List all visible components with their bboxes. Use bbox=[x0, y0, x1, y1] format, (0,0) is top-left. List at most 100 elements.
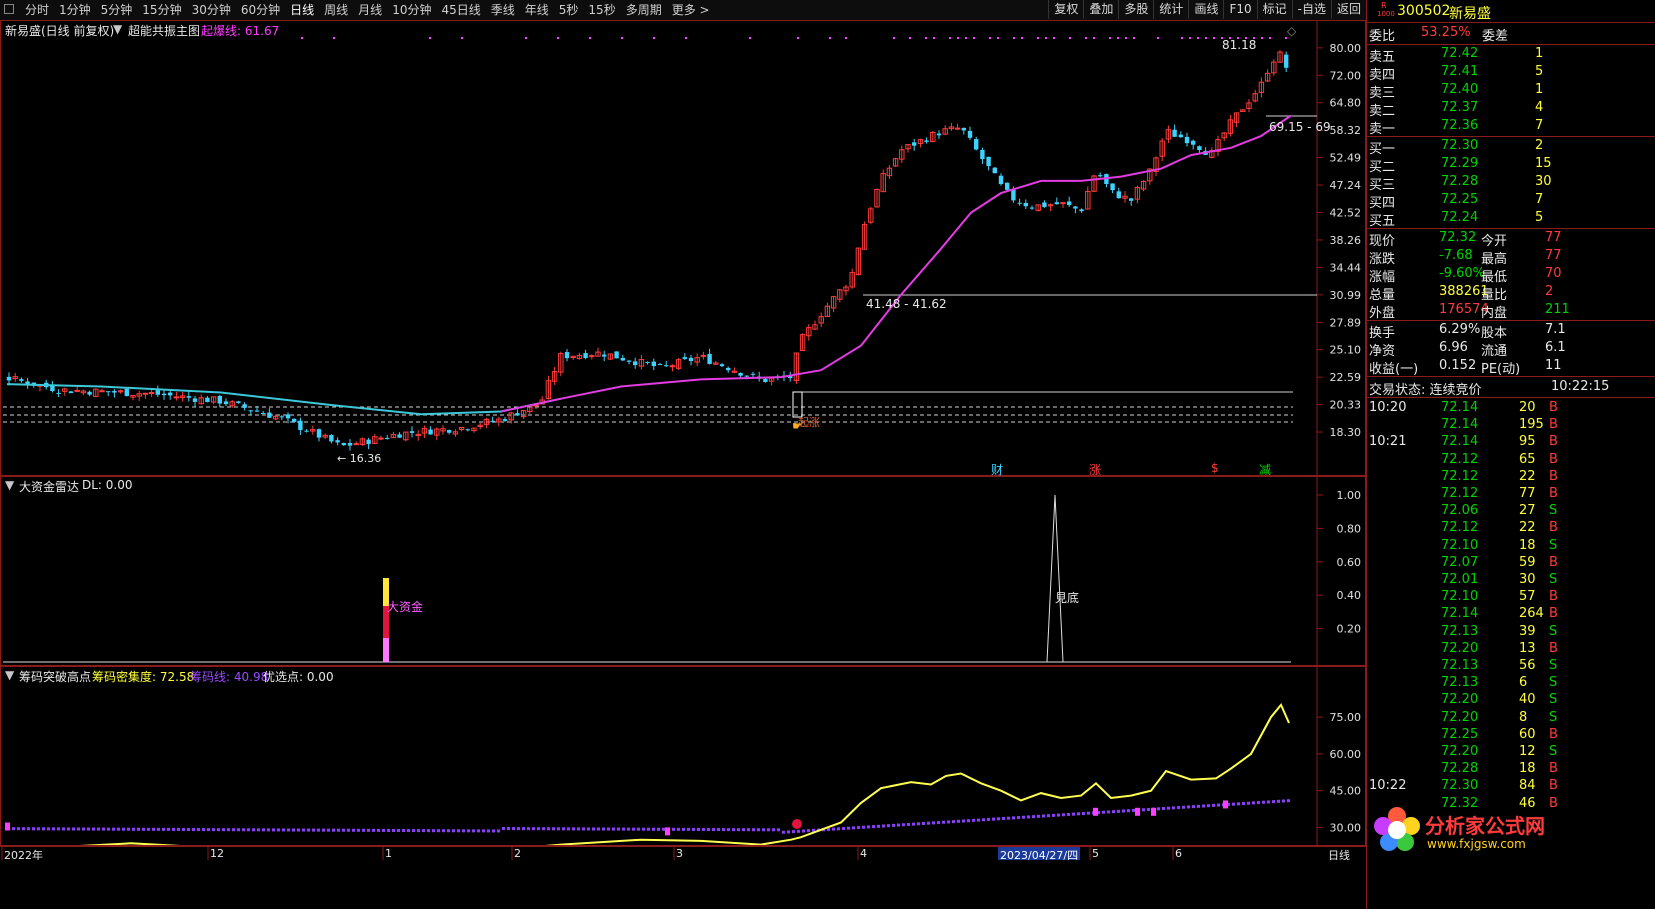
watermark-text: 分析家公式网 bbox=[1425, 814, 1545, 838]
chip-line-dot bbox=[97, 827, 100, 831]
candle-body-down bbox=[490, 420, 495, 422]
chip-line-dot bbox=[1162, 807, 1165, 811]
chip-line-dot bbox=[1187, 805, 1190, 809]
qibao-line-label: 起爆线: 61.67 bbox=[201, 24, 280, 38]
ask-price: 72.36 bbox=[1441, 118, 1479, 133]
tab-10[interactable]: 45日线 bbox=[436, 2, 485, 18]
tab-13[interactable]: 5秒 bbox=[554, 2, 584, 18]
quote-row: 卖四 72.41 5 bbox=[1367, 64, 1655, 83]
tick-side: B bbox=[1549, 778, 1558, 794]
chip-line-dot bbox=[202, 828, 205, 832]
tool-button-0[interactable]: 复权 bbox=[1048, 0, 1083, 19]
quote-row: 买五 72.24 5 bbox=[1367, 210, 1655, 229]
tick-volume: 20 bbox=[1519, 400, 1536, 415]
indicator1-dropdown-icon[interactable]: ▼ bbox=[5, 478, 14, 492]
tick-price: 72.25 bbox=[1441, 726, 1479, 742]
tab-12[interactable]: 年线 bbox=[520, 2, 554, 18]
menu-box-icon[interactable] bbox=[4, 4, 14, 14]
main-indicator-name[interactable]: 超能共振主图 bbox=[128, 22, 200, 39]
tool-button-8[interactable]: 返回 bbox=[1330, 0, 1366, 19]
bid-price: 72.29 bbox=[1441, 156, 1479, 171]
event-marker-dividend[interactable]: $ bbox=[1211, 461, 1219, 475]
tick-price: 72.10 bbox=[1441, 589, 1479, 605]
tab-7[interactable]: 周线 bbox=[319, 2, 353, 18]
kline-panel[interactable]: 80.00 72.00 64.80 58.32 52.49 47.24 42.52 38.26… bbox=[0, 20, 1366, 477]
tab-6[interactable]: 日线 bbox=[285, 2, 319, 18]
tick-side: S bbox=[1549, 658, 1558, 673]
quote-row: 卖一 72.36 7 bbox=[1367, 118, 1655, 137]
top-signal-dot bbox=[925, 37, 927, 39]
candle-body-down bbox=[750, 373, 756, 375]
indicator1-title[interactable]: 大资金雷达 bbox=[19, 478, 79, 495]
stat-value: 2 bbox=[1545, 284, 1554, 299]
tab-0[interactable]: 分时 bbox=[20, 2, 54, 18]
tick-volume: 195 bbox=[1519, 417, 1544, 433]
chip-line-dot bbox=[297, 828, 300, 832]
tab-15[interactable]: 多周期 bbox=[621, 2, 667, 18]
chip-line-dot bbox=[287, 828, 290, 832]
candle-body-down bbox=[1067, 201, 1072, 206]
quote-row: 外盘 176574 内盘 211 bbox=[1367, 302, 1655, 321]
tool-button-6[interactable]: 标记 bbox=[1256, 0, 1292, 19]
ind1-tick-label: 0.40 bbox=[1337, 589, 1362, 602]
stat-label: 今开 bbox=[1481, 234, 1508, 249]
tab-8[interactable]: 月线 bbox=[353, 2, 387, 18]
chip-line-dot bbox=[742, 828, 745, 832]
tab-5[interactable]: 60分钟 bbox=[236, 2, 285, 18]
tool-button-1[interactable]: 叠加 bbox=[1083, 0, 1118, 19]
quote-row: 72.10 18 S bbox=[1367, 538, 1655, 556]
chip-line-dot bbox=[1192, 805, 1195, 809]
chip-line-dot bbox=[557, 827, 560, 831]
y-tick-label: 18.30 bbox=[1330, 426, 1362, 439]
tool-button-2[interactable]: 多股 bbox=[1118, 0, 1153, 19]
stat-label: 最高 bbox=[1481, 252, 1508, 267]
candle-body-up bbox=[669, 365, 676, 368]
top-signal-dot bbox=[965, 37, 967, 39]
indicator-dropdown-icon[interactable]: ▼ bbox=[113, 22, 122, 36]
candle-body-down bbox=[986, 156, 991, 166]
watermark: 分析家公式网 www.fxjgsw.com bbox=[1373, 806, 1655, 856]
indicator2-dropdown-icon[interactable]: ▼ bbox=[5, 668, 14, 682]
indicator1-panel[interactable]: 1.00 0.80 0.60 0.40 0.20 ▼ 大资金雷达 DL: 0.00 大资… bbox=[0, 476, 1366, 666]
tab-9[interactable]: 10分钟 bbox=[387, 2, 436, 18]
bid-label: 买四 bbox=[1369, 196, 1396, 211]
x-label-6: 6 bbox=[1175, 847, 1182, 860]
chip-line-dot bbox=[1182, 805, 1185, 809]
tool-button-4[interactable]: 画线 bbox=[1188, 0, 1223, 19]
indicator2-title[interactable]: 筹码突破高点 bbox=[19, 668, 91, 685]
candle-body-up bbox=[1060, 202, 1066, 205]
chip-line-dot bbox=[857, 826, 860, 830]
tab-1[interactable]: 1分钟 bbox=[54, 2, 96, 18]
candle-body-down bbox=[1178, 134, 1183, 138]
chip-line-dot bbox=[1242, 802, 1245, 806]
bid-volume: 15 bbox=[1535, 156, 1552, 171]
chip-line-dot bbox=[252, 828, 255, 832]
tab-14[interactable]: 15秒 bbox=[583, 2, 620, 18]
top-signal-dot bbox=[1125, 37, 1127, 39]
tab-11[interactable]: 季线 bbox=[486, 2, 520, 18]
quote-row: 卖五 72.42 1 bbox=[1367, 46, 1655, 65]
candle-body-down bbox=[316, 429, 322, 438]
chip-line-dot bbox=[1272, 800, 1275, 804]
chip-line-dot bbox=[117, 827, 120, 831]
chip-line-dot bbox=[607, 827, 610, 831]
tab-4[interactable]: 30分钟 bbox=[187, 2, 236, 18]
candle-body-down bbox=[1042, 202, 1047, 207]
y-tick-label: 42.52 bbox=[1330, 206, 1362, 219]
tab-2[interactable]: 5分钟 bbox=[96, 2, 138, 18]
tick-time: 10:20 bbox=[1369, 400, 1407, 415]
chip-line-dot bbox=[982, 818, 985, 822]
tool-button-7[interactable]: -自选 bbox=[1291, 0, 1331, 19]
tab-16[interactable]: 更多 > bbox=[667, 2, 715, 18]
tick-price: 72.13 bbox=[1441, 675, 1479, 691]
chip-line-dot bbox=[552, 827, 555, 831]
chip-line-dot bbox=[787, 830, 790, 834]
indicator2-panel[interactable]: 75.00 60.00 45.00 30.00 ▼ 筹码突破高点 筹码密集度: 72.… bbox=[0, 666, 1366, 846]
quote-row: 72.14 195 B bbox=[1367, 417, 1655, 435]
tool-button-5[interactable]: F10 bbox=[1223, 0, 1256, 19]
tool-button-3[interactable]: 统计 bbox=[1153, 0, 1188, 19]
chip-line-dot bbox=[767, 828, 770, 832]
chip-line-dot bbox=[867, 825, 870, 829]
tab-3[interactable]: 15分钟 bbox=[137, 2, 186, 18]
chip-line-dot bbox=[547, 827, 550, 831]
